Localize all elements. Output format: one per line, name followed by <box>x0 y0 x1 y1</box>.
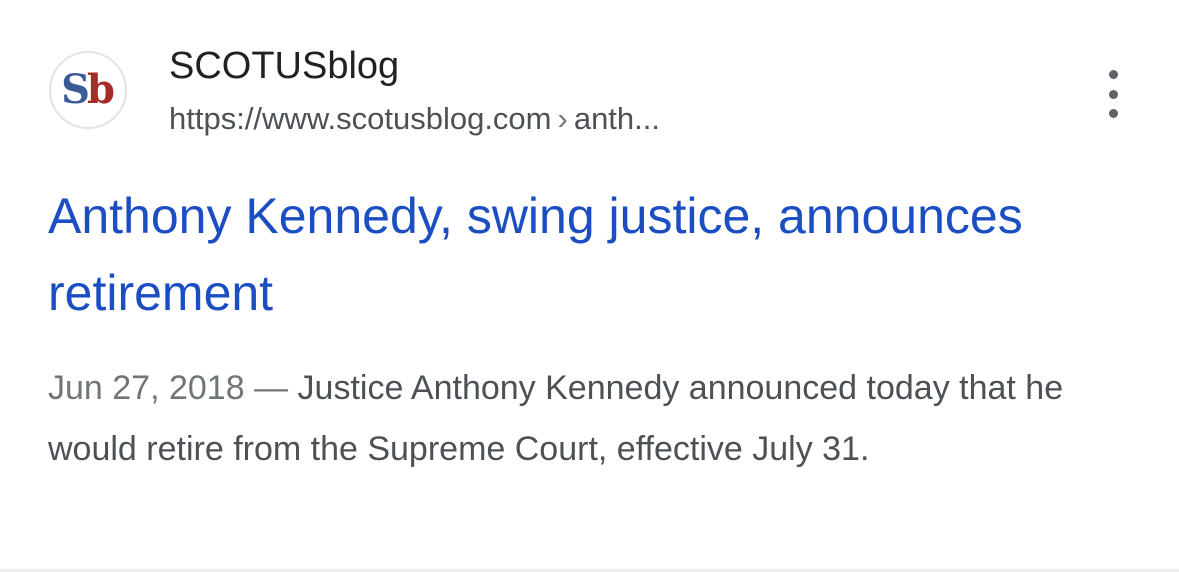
site-favicon[interactable]: Sb <box>49 51 127 129</box>
logo-letter-s: S <box>61 66 90 113</box>
search-result-card: Sb SCOTUSblog https://www.scotusblog.com… <box>0 0 1179 572</box>
scotusblog-logo-icon: Sb <box>61 70 115 110</box>
url-domain: https://www.scotusblog.com <box>169 101 552 136</box>
site-url[interactable]: https://www.scotusblog.com › anth... <box>169 99 660 139</box>
result-title-link[interactable]: Anthony Kennedy, swing justice, announce… <box>48 178 1048 332</box>
logo-letter-b: b <box>86 66 115 113</box>
url-breadcrumb-separator: › <box>557 101 568 136</box>
date-separator: — <box>254 369 289 407</box>
more-vertical-icon-dot <box>1108 109 1118 118</box>
more-vertical-icon <box>1108 70 1118 79</box>
result-date: Jun 27, 2018 <box>48 369 245 407</box>
site-name[interactable]: SCOTUSblog <box>169 44 399 88</box>
result-snippet: Jun 27, 2018 — Justice Anthony Kennedy a… <box>48 358 1078 480</box>
url-path: anth... <box>573 101 661 136</box>
more-vertical-icon-dot <box>1108 89 1118 99</box>
more-options-button[interactable] <box>1093 70 1133 118</box>
